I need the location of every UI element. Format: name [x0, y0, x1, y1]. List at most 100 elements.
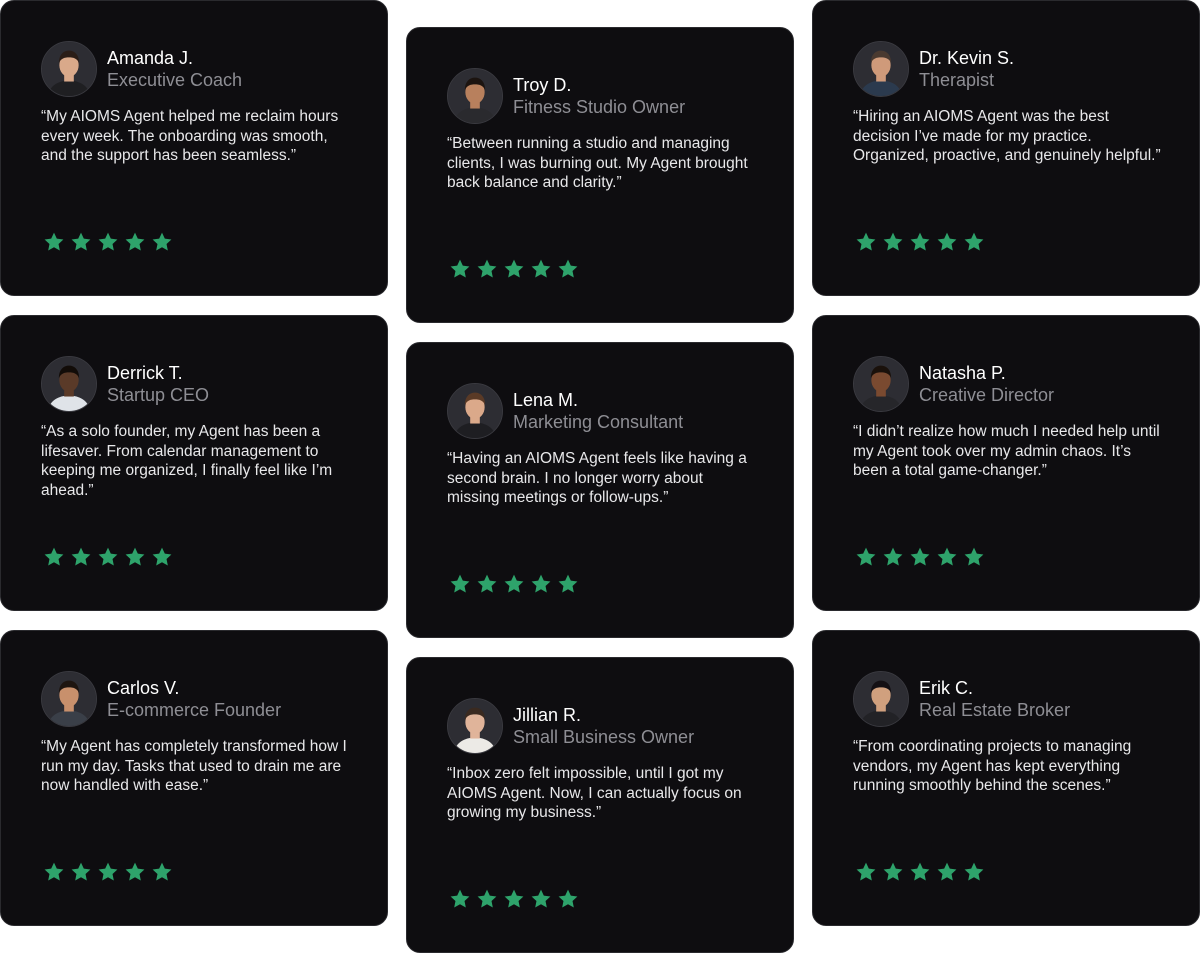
- testimonial-quote: “Having an AIOMS Agent feels like having…: [447, 450, 747, 506]
- author-name: Dr. Kevin S.: [919, 48, 1015, 68]
- star-icon: [477, 259, 497, 278]
- star-icon: [152, 232, 172, 251]
- avatar: [41, 671, 97, 727]
- author-info: Carlos V. E-commerce Founder: [107, 677, 281, 721]
- testimonial-header: Derrick T. Startup CEO: [41, 356, 347, 412]
- star-icon: [964, 862, 984, 881]
- author-role: E-commerce Founder: [107, 700, 282, 720]
- star-icon: [558, 889, 578, 908]
- person-icon: [854, 42, 908, 96]
- star-icon: [71, 547, 91, 566]
- star-icon: [450, 574, 470, 593]
- star-icon: [44, 232, 64, 251]
- testimonial-header: Carlos V. E-commerce Founder: [41, 671, 347, 727]
- star-rating: [43, 861, 173, 883]
- author-info: Derrick T. Startup CEO: [107, 362, 209, 406]
- star-icon: [937, 232, 957, 251]
- author-name: Erik C.: [919, 678, 973, 698]
- star-icon: [883, 862, 903, 881]
- author-name: Natasha P.: [919, 363, 1006, 383]
- testimonial-card: Derrick T. Startup CEO “As a solo founder,…: [0, 315, 388, 611]
- testimonial-card: Jillian R. Small Business Owner “Inbox zer…: [406, 657, 794, 953]
- person-icon: [448, 69, 502, 123]
- testimonial-card: Dr. Kevin S. Therapist “Hiring an AIOMS Ag…: [812, 0, 1200, 296]
- author-info: Amanda J. Executive Coach: [107, 47, 242, 91]
- avatar: [447, 383, 503, 439]
- person-icon: [42, 42, 96, 96]
- avatar: [41, 41, 97, 97]
- author-info: Dr. Kevin S. Therapist: [919, 47, 1014, 91]
- author-role: Therapist: [919, 70, 995, 90]
- star-icon: [125, 862, 145, 881]
- star-icon: [910, 862, 930, 881]
- person-icon: [448, 699, 502, 753]
- star-icon: [883, 547, 903, 566]
- star-icon: [964, 547, 984, 566]
- testimonial-quote: “I didn’t realize how much I needed help…: [853, 423, 1160, 479]
- star-icon: [152, 862, 172, 881]
- author-role: Small Business Owner: [513, 727, 695, 747]
- person-icon: [854, 672, 908, 726]
- star-icon: [450, 259, 470, 278]
- author-name: Carlos V.: [107, 678, 180, 698]
- testimonial-card: Carlos V. E-commerce Founder “My Agent has…: [0, 630, 388, 926]
- avatar: [41, 356, 97, 412]
- star-icon: [125, 547, 145, 566]
- person-icon: [42, 357, 96, 411]
- star-rating: [855, 231, 985, 253]
- star-icon: [937, 547, 957, 566]
- star-icon: [152, 547, 172, 566]
- testimonial-quote: “Inbox zero felt impossible, until I got…: [447, 765, 742, 821]
- star-icon: [504, 259, 524, 278]
- avatar: [447, 68, 503, 124]
- star-icon: [531, 574, 551, 593]
- testimonial-header: Lena M. Marketing Consultant: [447, 383, 753, 439]
- star-icon: [856, 232, 876, 251]
- star-rating: [43, 231, 173, 253]
- star-icon: [71, 232, 91, 251]
- star-icon: [910, 232, 930, 251]
- star-icon: [937, 862, 957, 881]
- author-info: Natasha P. Creative Director: [919, 362, 1054, 406]
- star-icon: [71, 862, 91, 881]
- author-name: Jillian R.: [513, 705, 582, 725]
- author-name: Amanda J.: [107, 48, 194, 68]
- star-icon: [558, 574, 578, 593]
- author-name: Lena M.: [513, 390, 579, 410]
- avatar: [853, 671, 909, 727]
- testimonial-quote: “As a solo founder, my Agent has been a …: [41, 423, 333, 499]
- avatar: [447, 698, 503, 754]
- star-icon: [44, 547, 64, 566]
- testimonial-header: Natasha P. Creative Director: [853, 356, 1159, 412]
- star-rating: [43, 546, 173, 568]
- testimonial-header: Amanda J. Executive Coach: [41, 41, 347, 97]
- author-info: Jillian R. Small Business Owner: [513, 704, 694, 748]
- author-role: Marketing Consultant: [513, 412, 684, 432]
- testimonial-header: Troy D. Fitness Studio Owner: [447, 68, 753, 124]
- testimonial-quote: “My Agent has completely transformed how…: [41, 738, 347, 794]
- star-rating: [449, 258, 579, 280]
- star-rating: [855, 546, 985, 568]
- star-icon: [964, 232, 984, 251]
- testimonial-grid: Amanda J. Executive Coach “My AIOMS Agent …: [0, 0, 1200, 953]
- author-name: Derrick T.: [107, 363, 183, 383]
- testimonial-header: Jillian R. Small Business Owner: [447, 698, 753, 754]
- star-icon: [883, 232, 903, 251]
- star-icon: [477, 889, 497, 908]
- person-icon: [854, 357, 908, 411]
- testimonial-quote: “My AIOMS Agent helped me reclaim hours …: [41, 108, 339, 164]
- testimonial-card: Lena M. Marketing Consultant “Having an AI…: [406, 342, 794, 638]
- author-role: Startup CEO: [107, 385, 210, 405]
- author-name: Troy D.: [513, 75, 572, 95]
- star-icon: [504, 574, 524, 593]
- testimonial-card: Erik C. Real Estate Broker “From coordinat…: [812, 630, 1200, 926]
- star-icon: [856, 547, 876, 566]
- star-icon: [98, 232, 118, 251]
- testimonial-quote: “From coordinating projects to managing …: [853, 738, 1132, 794]
- star-icon: [910, 547, 930, 566]
- star-rating: [449, 573, 579, 595]
- author-role: Executive Coach: [107, 70, 243, 90]
- testimonial-header: Dr. Kevin S. Therapist: [853, 41, 1159, 97]
- star-icon: [558, 259, 578, 278]
- author-info: Erik C. Real Estate Broker: [919, 677, 1070, 721]
